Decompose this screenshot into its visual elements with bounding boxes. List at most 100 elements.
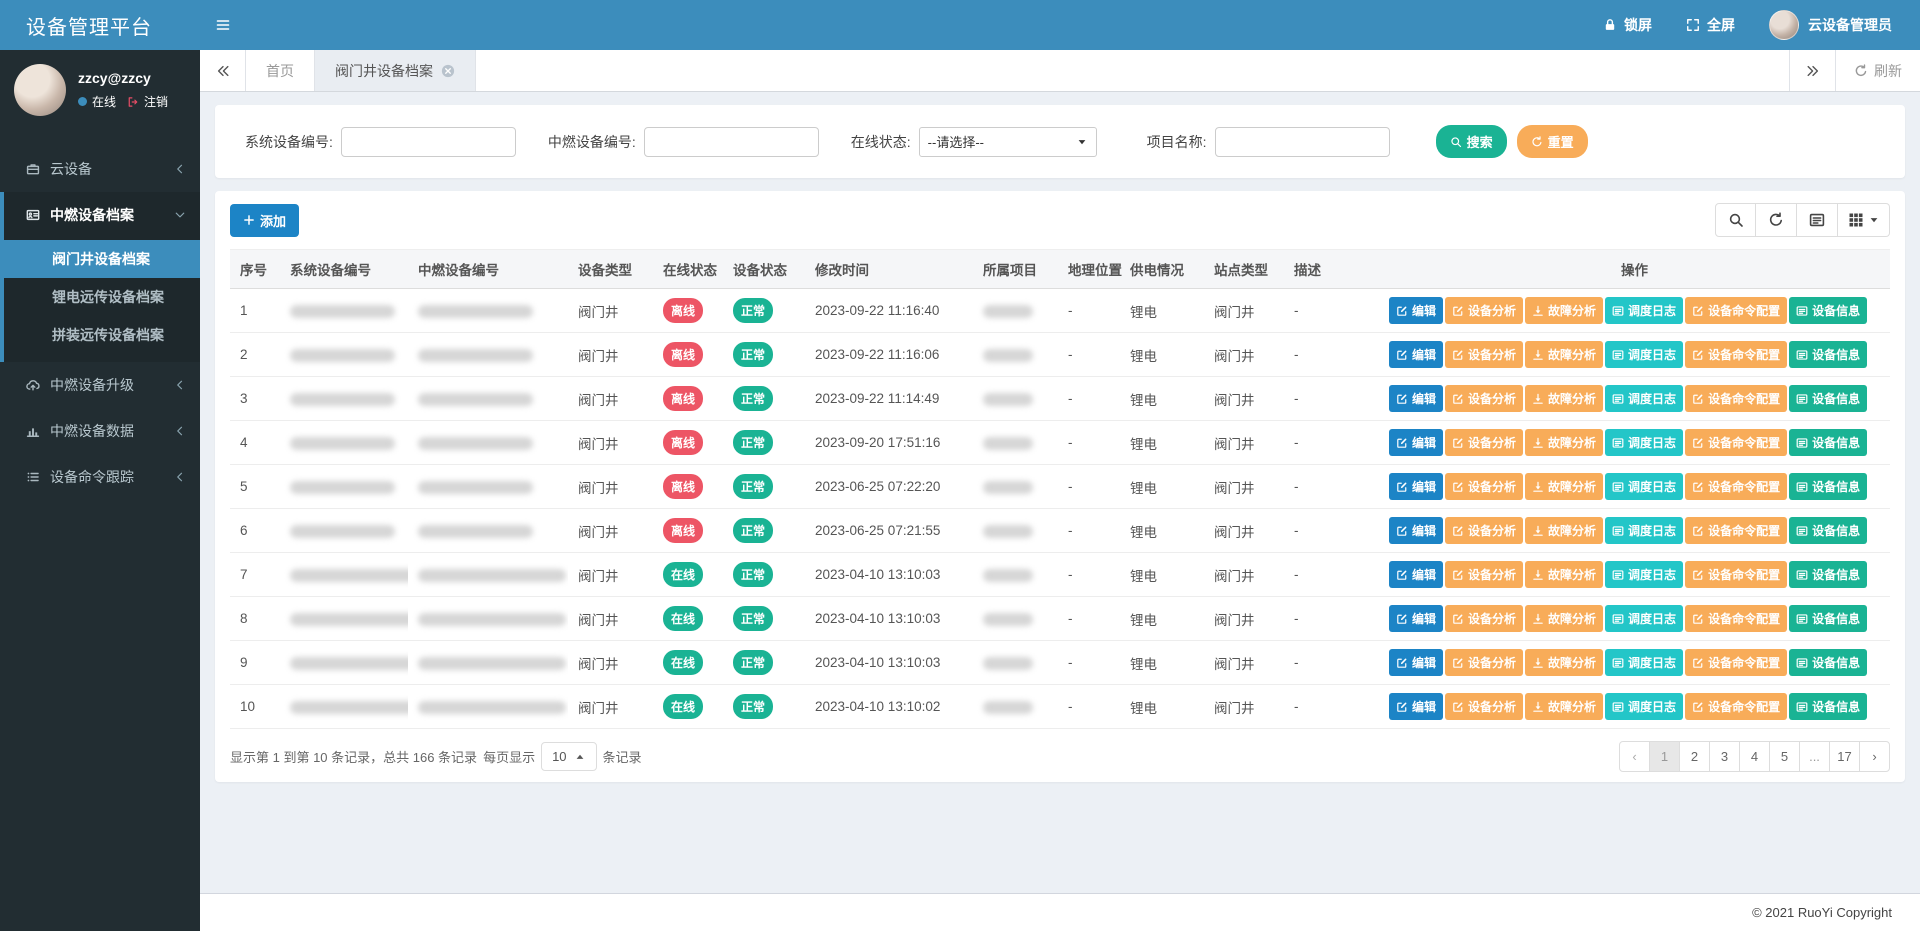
row-action-编辑[interactable]: 编辑 bbox=[1389, 605, 1443, 632]
logout-button[interactable]: 注销 bbox=[144, 93, 168, 110]
row-action-设备命令配置[interactable]: 设备命令配置 bbox=[1685, 693, 1787, 720]
page-link[interactable]: 5 bbox=[1769, 741, 1800, 772]
row-action-设备信息[interactable]: 设备信息 bbox=[1789, 473, 1867, 500]
row-action-编辑[interactable]: 编辑 bbox=[1389, 385, 1443, 412]
lock-screen-button[interactable]: 锁屏 bbox=[1603, 15, 1652, 35]
sidebar-toggle-button[interactable] bbox=[200, 0, 246, 50]
online-status-select[interactable]: --请选择-- bbox=[919, 127, 1097, 157]
gas-device-no-input[interactable] bbox=[644, 127, 819, 157]
reset-button[interactable]: 重置 bbox=[1517, 125, 1588, 158]
row-action-设备命令配置[interactable]: 设备命令配置 bbox=[1685, 341, 1787, 368]
table-search-toggle-button[interactable] bbox=[1715, 203, 1756, 237]
row-action-设备信息[interactable]: 设备信息 bbox=[1789, 341, 1867, 368]
cell-ops: 编辑设备分析故障分析调度日志设备命令配置设备信息 bbox=[1379, 465, 1890, 509]
row-action-设备命令配置[interactable]: 设备命令配置 bbox=[1685, 297, 1787, 324]
row-action-调度日志[interactable]: 调度日志 bbox=[1605, 473, 1683, 500]
user-menu[interactable]: 云设备管理员 bbox=[1769, 10, 1892, 40]
row-action-编辑[interactable]: 编辑 bbox=[1389, 429, 1443, 456]
tabs-scroll-left-button[interactable] bbox=[200, 50, 246, 91]
row-action-调度日志[interactable]: 调度日志 bbox=[1605, 517, 1683, 544]
page-link[interactable]: › bbox=[1859, 741, 1890, 772]
table-card-view-button[interactable] bbox=[1797, 203, 1838, 237]
page-link[interactable]: 3 bbox=[1709, 741, 1740, 772]
page-size-dropdown[interactable]: 10 bbox=[541, 742, 596, 771]
row-action-设备命令配置[interactable]: 设备命令配置 bbox=[1685, 429, 1787, 456]
row-action-调度日志[interactable]: 调度日志 bbox=[1605, 693, 1683, 720]
page-link[interactable]: ‹ bbox=[1619, 741, 1650, 772]
fullscreen-button[interactable]: 全屏 bbox=[1686, 15, 1735, 35]
row-action-设备信息[interactable]: 设备信息 bbox=[1789, 649, 1867, 676]
row-action-设备命令配置[interactable]: 设备命令配置 bbox=[1685, 561, 1787, 588]
tabs-scroll-right-button[interactable] bbox=[1789, 50, 1835, 91]
table-columns-button[interactable] bbox=[1838, 203, 1890, 237]
row-action-设备分析[interactable]: 设备分析 bbox=[1445, 297, 1523, 324]
system-device-no-input[interactable] bbox=[341, 127, 516, 157]
page-link[interactable]: 17 bbox=[1829, 741, 1860, 772]
row-action-设备分析[interactable]: 设备分析 bbox=[1445, 385, 1523, 412]
row-action-编辑[interactable]: 编辑 bbox=[1389, 649, 1443, 676]
table-refresh-button[interactable] bbox=[1756, 203, 1797, 237]
row-action-故障分析[interactable]: 故障分析 bbox=[1525, 429, 1603, 456]
row-action-调度日志[interactable]: 调度日志 bbox=[1605, 297, 1683, 324]
row-action-故障分析[interactable]: 故障分析 bbox=[1525, 341, 1603, 368]
row-action-编辑[interactable]: 编辑 bbox=[1389, 517, 1443, 544]
row-action-编辑[interactable]: 编辑 bbox=[1389, 341, 1443, 368]
row-action-故障分析[interactable]: 故障分析 bbox=[1525, 517, 1603, 544]
row-action-设备命令配置[interactable]: 设备命令配置 bbox=[1685, 649, 1787, 676]
row-action-设备命令配置[interactable]: 设备命令配置 bbox=[1685, 473, 1787, 500]
row-action-调度日志[interactable]: 调度日志 bbox=[1605, 561, 1683, 588]
row-action-设备信息[interactable]: 设备信息 bbox=[1789, 429, 1867, 456]
tab-refresh-button[interactable]: 刷新 bbox=[1835, 50, 1920, 91]
sidebar-item-command-trace[interactable]: 设备命令跟踪 bbox=[0, 454, 200, 500]
page-link[interactable]: 1 bbox=[1649, 741, 1680, 772]
row-action-设备信息[interactable]: 设备信息 bbox=[1789, 693, 1867, 720]
row-action-设备信息[interactable]: 设备信息 bbox=[1789, 517, 1867, 544]
row-action-设备分析[interactable]: 设备分析 bbox=[1445, 429, 1523, 456]
page-link[interactable]: 2 bbox=[1679, 741, 1710, 772]
row-action-设备命令配置[interactable]: 设备命令配置 bbox=[1685, 605, 1787, 632]
row-action-故障分析[interactable]: 故障分析 bbox=[1525, 561, 1603, 588]
row-action-故障分析[interactable]: 故障分析 bbox=[1525, 649, 1603, 676]
row-action-调度日志[interactable]: 调度日志 bbox=[1605, 605, 1683, 632]
row-action-调度日志[interactable]: 调度日志 bbox=[1605, 341, 1683, 368]
sidebar-item-device-archive[interactable]: 中燃设备档案 bbox=[4, 192, 200, 238]
row-action-设备分析[interactable]: 设备分析 bbox=[1445, 693, 1523, 720]
tab-valve-well-archive[interactable]: 阀门井设备档案 bbox=[315, 50, 476, 91]
row-action-设备命令配置[interactable]: 设备命令配置 bbox=[1685, 385, 1787, 412]
row-action-编辑[interactable]: 编辑 bbox=[1389, 693, 1443, 720]
row-action-设备分析[interactable]: 设备分析 bbox=[1445, 605, 1523, 632]
row-action-调度日志[interactable]: 调度日志 bbox=[1605, 429, 1683, 456]
tab-home[interactable]: 首页 bbox=[246, 50, 315, 91]
add-button[interactable]: 添加 bbox=[230, 204, 299, 237]
close-icon[interactable] bbox=[441, 64, 455, 78]
row-action-设备信息[interactable]: 设备信息 bbox=[1789, 605, 1867, 632]
page-link[interactable]: 4 bbox=[1739, 741, 1770, 772]
row-action-故障分析[interactable]: 故障分析 bbox=[1525, 473, 1603, 500]
row-action-故障分析[interactable]: 故障分析 bbox=[1525, 693, 1603, 720]
row-action-设备分析[interactable]: 设备分析 bbox=[1445, 649, 1523, 676]
row-action-设备分析[interactable]: 设备分析 bbox=[1445, 341, 1523, 368]
row-action-编辑[interactable]: 编辑 bbox=[1389, 297, 1443, 324]
sidebar-item-assembled-remote-archive[interactable]: 拼装远传设备档案 bbox=[4, 316, 200, 354]
sidebar-item-valve-well-archive[interactable]: 阀门井设备档案 bbox=[4, 240, 200, 278]
row-action-故障分析[interactable]: 故障分析 bbox=[1525, 605, 1603, 632]
sidebar-item-cloud-device[interactable]: 云设备 bbox=[0, 146, 200, 192]
row-action-故障分析[interactable]: 故障分析 bbox=[1525, 385, 1603, 412]
row-action-设备命令配置[interactable]: 设备命令配置 bbox=[1685, 517, 1787, 544]
row-action-设备信息[interactable]: 设备信息 bbox=[1789, 385, 1867, 412]
row-action-调度日志[interactable]: 调度日志 bbox=[1605, 649, 1683, 676]
row-action-编辑[interactable]: 编辑 bbox=[1389, 561, 1443, 588]
row-action-设备信息[interactable]: 设备信息 bbox=[1789, 561, 1867, 588]
row-action-编辑[interactable]: 编辑 bbox=[1389, 473, 1443, 500]
sidebar-item-lithium-remote-archive[interactable]: 锂电远传设备档案 bbox=[4, 278, 200, 316]
project-name-input[interactable] bbox=[1215, 127, 1390, 157]
row-action-调度日志[interactable]: 调度日志 bbox=[1605, 385, 1683, 412]
row-action-设备分析[interactable]: 设备分析 bbox=[1445, 517, 1523, 544]
sidebar-item-device-data[interactable]: 中燃设备数据 bbox=[0, 408, 200, 454]
row-action-设备分析[interactable]: 设备分析 bbox=[1445, 473, 1523, 500]
row-action-设备分析[interactable]: 设备分析 bbox=[1445, 561, 1523, 588]
row-action-故障分析[interactable]: 故障分析 bbox=[1525, 297, 1603, 324]
search-button[interactable]: 搜索 bbox=[1436, 125, 1507, 158]
row-action-设备信息[interactable]: 设备信息 bbox=[1789, 297, 1867, 324]
sidebar-item-device-upgrade[interactable]: 中燃设备升级 bbox=[0, 362, 200, 408]
